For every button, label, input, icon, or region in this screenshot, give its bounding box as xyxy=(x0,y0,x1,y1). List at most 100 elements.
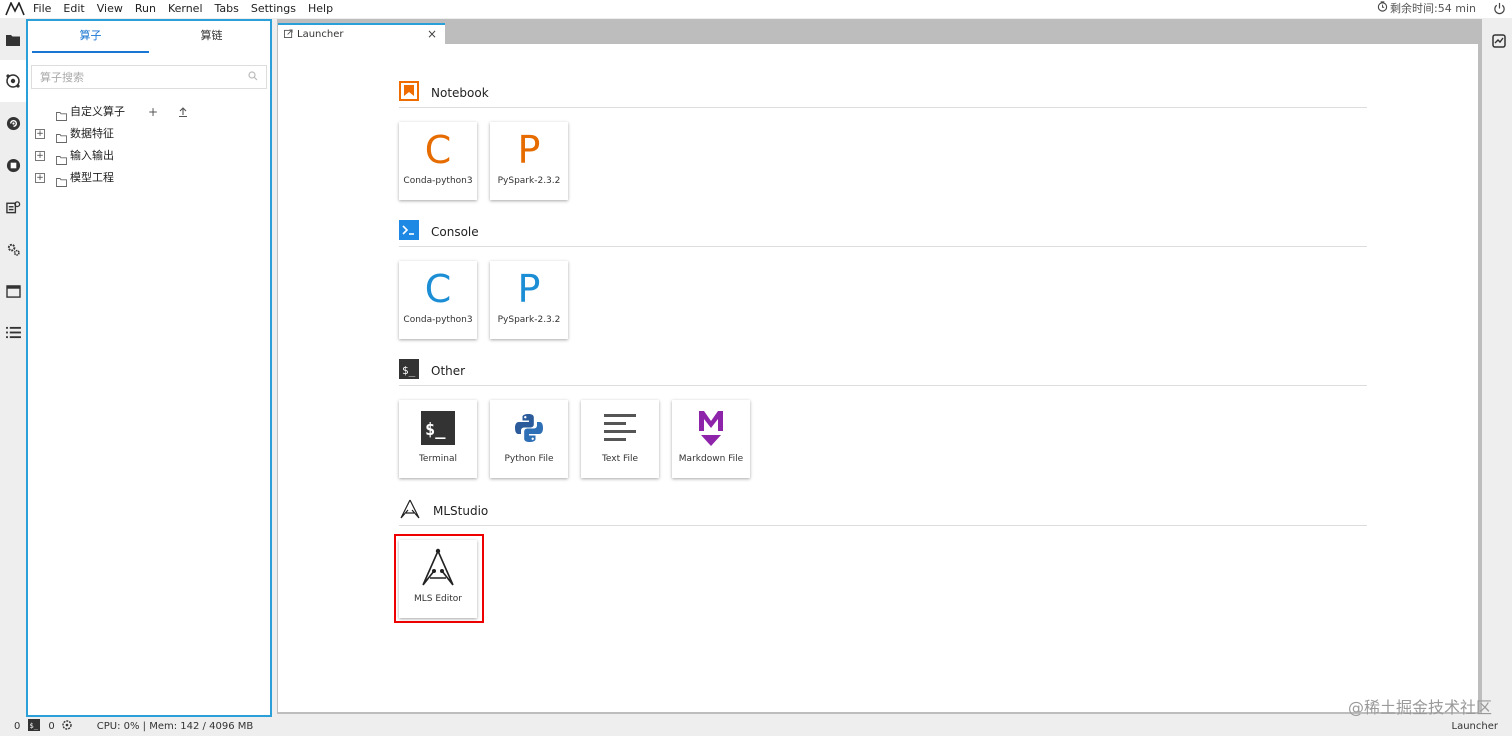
app-window: File Edit View Run Kernel Tabs Settings … xyxy=(0,0,1512,736)
python-file-card[interactable]: Python File xyxy=(490,400,568,478)
section-header: Notebook xyxy=(399,78,1367,108)
property-inspector-icon[interactable] xyxy=(5,199,21,215)
expand-plus-icon[interactable]: + xyxy=(35,151,45,161)
clock-icon xyxy=(1377,0,1388,18)
tab-title: Launcher xyxy=(297,29,344,40)
section-other: $_ Other $_ Terminal Python File Text Fi… xyxy=(399,356,1367,478)
tree-item-label: 模型工程 xyxy=(70,171,114,184)
timer-text: 剩余时间:54 min xyxy=(1390,2,1476,15)
kernel-count[interactable]: 0 xyxy=(14,721,20,732)
card-label: PySpark-2.3.2 xyxy=(497,315,561,325)
card-label: Text File xyxy=(601,454,639,464)
section-notebook: Notebook C Conda-python3 P PySpark-2.3.2 xyxy=(399,78,1367,200)
side-panel-tabs: 算子 算链 xyxy=(28,21,270,53)
expand-plus-icon[interactable]: + xyxy=(35,173,45,183)
tab-operators[interactable]: 算子 xyxy=(32,21,149,53)
tree-item-label: 数据特征 xyxy=(70,127,114,140)
operator-panel-icon[interactable] xyxy=(5,73,21,89)
menu-view[interactable]: View xyxy=(91,0,129,18)
left-activity-bar xyxy=(0,18,26,716)
console-icon xyxy=(399,220,419,243)
notebook-icon xyxy=(399,81,419,104)
tab-operator-chains[interactable]: 算链 xyxy=(153,21,270,53)
card-row: C Conda-python3 P PySpark-2.3.2 xyxy=(399,261,1367,339)
shutdown-icon[interactable] xyxy=(1493,2,1506,18)
menu-bar: File Edit View Run Kernel Tabs Settings … xyxy=(0,0,1512,18)
text-file-icon xyxy=(581,408,659,448)
section-header: Console xyxy=(399,217,1367,247)
section-title: MLStudio xyxy=(433,503,489,518)
kernel-letter-logo: C xyxy=(424,267,452,311)
tab-launcher[interactable]: Launcher × xyxy=(278,23,445,44)
git-icon[interactable] xyxy=(5,115,21,131)
highlight-box xyxy=(394,534,484,623)
document-tab-bar: Launcher × xyxy=(277,19,1482,44)
console-conda-python3-card[interactable]: C Conda-python3 xyxy=(399,261,477,339)
kernel-letter-logo: P xyxy=(517,128,541,172)
markdown-file-card[interactable]: Markdown File xyxy=(672,400,750,478)
resource-usage: CPU: 0% | Mem: 142 / 4096 MB xyxy=(96,721,254,732)
terminal-status-icon[interactable]: $_ xyxy=(28,719,41,734)
card-label: Markdown File xyxy=(678,454,744,464)
add-operator-button[interactable]: + xyxy=(148,101,158,123)
expand-plus-icon[interactable]: + xyxy=(35,129,45,139)
menu-run[interactable]: Run xyxy=(129,0,162,18)
section-title: Notebook xyxy=(431,85,489,100)
section-header: MLStudio xyxy=(399,496,1367,526)
menu-settings[interactable]: Settings xyxy=(245,0,302,18)
watermark-text: @稀土掘金技术社区 xyxy=(1347,698,1492,717)
card-row: $_ Terminal Python File Text File Markdo… xyxy=(399,400,1367,478)
search-placeholder: 算子搜索 xyxy=(40,71,84,84)
card-label: PySpark-2.3.2 xyxy=(497,176,561,186)
tree-item-data-features[interactable]: + 数据特征 xyxy=(28,123,270,145)
svg-text:$_: $_ xyxy=(30,722,39,730)
right-activity-bar xyxy=(1486,18,1512,716)
upload-icon[interactable] xyxy=(178,101,188,124)
operator-tree: 自定义算子 + + 数据特征 + 输入输出 + 模型工程 xyxy=(28,101,270,189)
menu-edit[interactable]: Edit xyxy=(57,0,90,18)
folder-icon xyxy=(56,173,67,195)
notebook-pyspark-card[interactable]: P PySpark-2.3.2 xyxy=(490,122,568,200)
operator-search-input[interactable]: 算子搜索 xyxy=(31,65,267,89)
menu-file[interactable]: File xyxy=(27,0,57,18)
file-browser-folder-icon[interactable] xyxy=(5,32,21,48)
text-file-card[interactable]: Text File xyxy=(581,400,659,478)
console-pyspark-card[interactable]: P PySpark-2.3.2 xyxy=(490,261,568,339)
tree-item-label: 自定义算子 xyxy=(70,105,125,118)
tree-item-custom-operators[interactable]: 自定义算子 + xyxy=(28,101,270,123)
session-timer: 剩余时间:54 min xyxy=(1377,0,1476,18)
status-bar: 0 $_ 0 CPU: 0% | Mem: 142 / 4096 MB Laun… xyxy=(0,717,1512,736)
other-terminal-icon: $_ xyxy=(399,359,419,382)
card-label: Conda-python3 xyxy=(403,315,473,325)
terminal-icon: $_ xyxy=(399,408,477,448)
card-row: MLS Editor xyxy=(399,540,1367,618)
kernel-letter-logo: P xyxy=(517,267,541,311)
markdown-icon xyxy=(672,408,750,448)
table-of-contents-icon[interactable] xyxy=(5,324,21,340)
running-kernels-icon[interactable] xyxy=(5,157,21,173)
card-row: C Conda-python3 P PySpark-2.3.2 xyxy=(399,122,1367,200)
close-tab-icon[interactable]: × xyxy=(427,27,437,41)
card-label: Python File xyxy=(504,454,554,464)
current-mode: Launcher xyxy=(1451,721,1498,732)
card-label: Conda-python3 xyxy=(403,176,473,186)
section-title: Console xyxy=(431,224,479,239)
search-icon[interactable] xyxy=(248,70,258,84)
open-tabs-icon[interactable] xyxy=(5,283,21,299)
menu-help[interactable]: Help xyxy=(302,0,339,18)
mlstudio-logo-icon xyxy=(399,498,421,523)
menu-tabs[interactable]: Tabs xyxy=(209,0,245,18)
terminal-count[interactable]: 0 xyxy=(48,721,54,732)
python-icon xyxy=(490,408,568,448)
tree-item-input-output[interactable]: + 输入输出 xyxy=(28,145,270,167)
kernel-letter-logo: C xyxy=(424,128,452,172)
terminal-card[interactable]: $_ Terminal xyxy=(399,400,477,478)
resource-monitor-icon[interactable] xyxy=(1492,33,1506,52)
menu-kernel[interactable]: Kernel xyxy=(162,0,209,18)
app-logo-icon xyxy=(3,0,27,18)
notebook-conda-python3-card[interactable]: C Conda-python3 xyxy=(399,122,477,200)
svg-text:$_: $_ xyxy=(425,420,446,440)
settings-gear-icon[interactable] xyxy=(5,241,21,257)
tree-item-model-engineering[interactable]: + 模型工程 xyxy=(28,167,270,189)
section-console: Console C Conda-python3 P PySpark-2.3.2 xyxy=(399,217,1367,339)
